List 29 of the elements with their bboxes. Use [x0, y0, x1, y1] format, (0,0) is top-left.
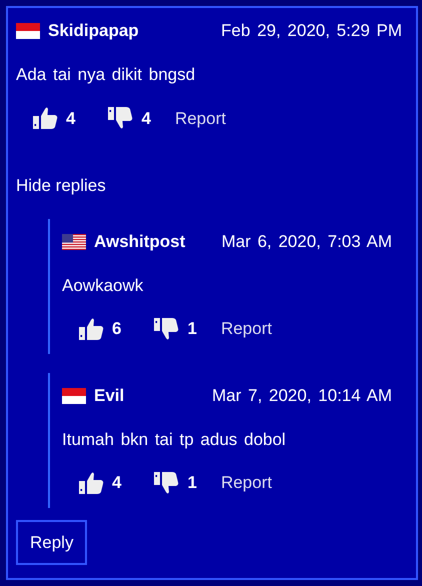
thumbs-up-icon[interactable]	[78, 470, 104, 495]
thumbs-up-icon[interactable]	[78, 316, 104, 341]
thumbs-down-icon[interactable]	[153, 470, 180, 495]
flag-icon	[62, 388, 86, 404]
comment-text: Itumah bkn tai tp adus dobol	[62, 428, 287, 450]
comment-date: Mar 7, 2020, 10:14 AM	[212, 384, 392, 407]
comment-text: Aowkaowk	[62, 274, 144, 296]
reply-button[interactable]: Reply	[16, 520, 88, 565]
report-link[interactable]: Report	[174, 106, 226, 131]
dislike-count: 1	[187, 318, 197, 340]
report-link[interactable]: Report	[220, 316, 272, 342]
author-name[interactable]: Awshitpost	[94, 228, 186, 254]
dislike-count: 4	[141, 108, 151, 130]
report-link[interactable]: Report	[220, 470, 272, 496]
comment-text: Ada tai nya dikit bngsd	[16, 64, 196, 86]
thumbs-up-icon[interactable]	[32, 106, 58, 130]
like-count: 6	[112, 318, 122, 340]
like-count: 4	[66, 108, 76, 130]
flag-icon	[16, 23, 40, 39]
flag-icon	[62, 234, 86, 250]
thumbs-down-icon[interactable]	[153, 316, 180, 341]
comment-date: Feb 29, 2020, 5:29 PM	[221, 20, 402, 42]
dislike-count: 1	[187, 472, 197, 494]
thumbs-down-icon[interactable]	[107, 106, 134, 130]
author-name[interactable]: Skidipapap	[48, 18, 139, 44]
hide-replies-link[interactable]: Hide replies	[16, 173, 402, 198]
like-count: 4	[112, 472, 122, 494]
comment-date: Mar 6, 2020, 7:03 AM	[221, 230, 392, 253]
author-name[interactable]: Evil	[94, 382, 124, 408]
